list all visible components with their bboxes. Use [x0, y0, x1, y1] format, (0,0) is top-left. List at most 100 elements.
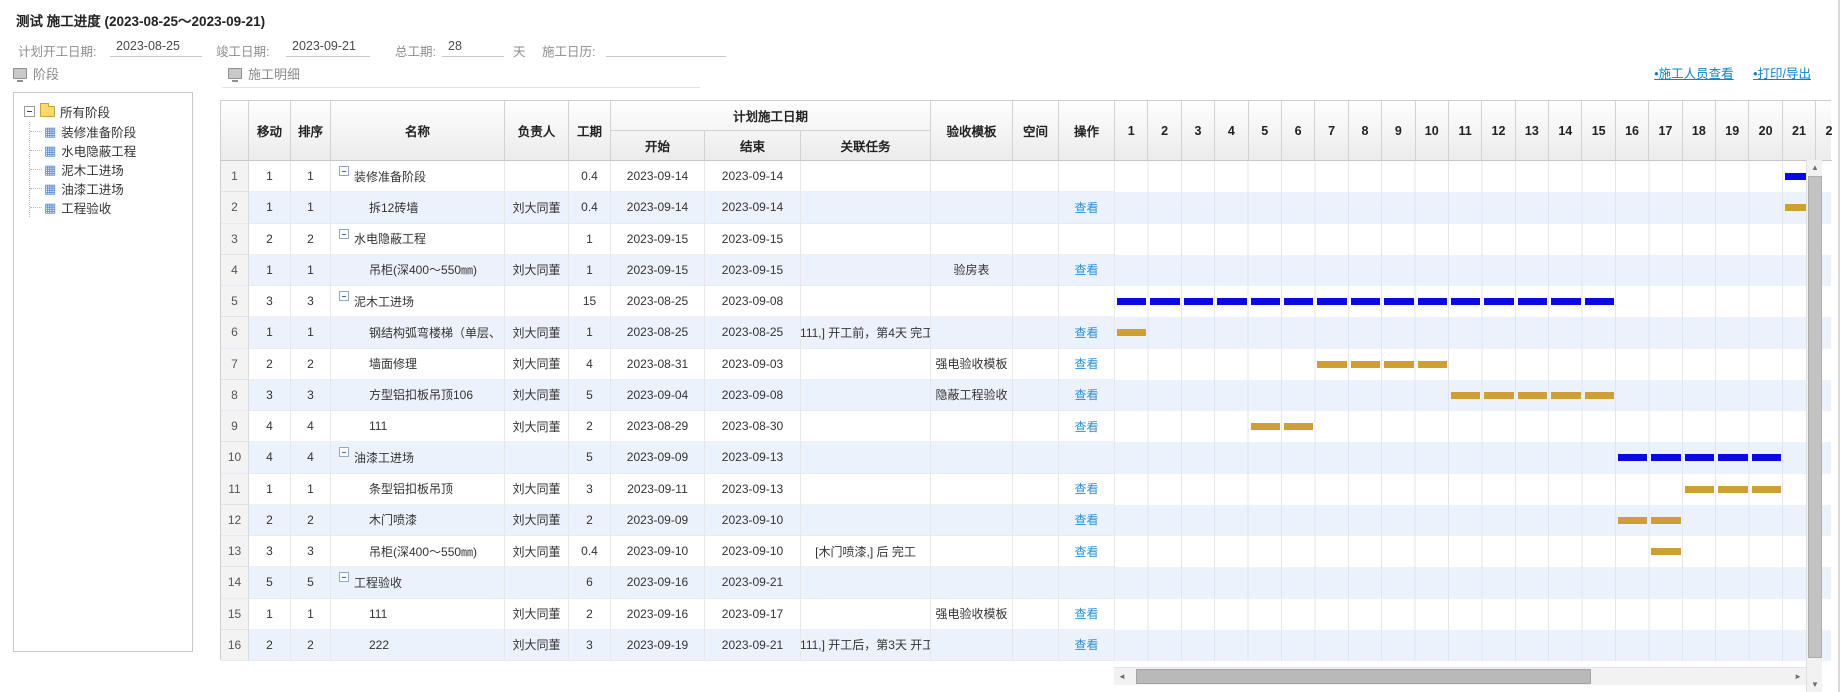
scroll-left-arrow-icon[interactable]: ◄ [1118, 672, 1126, 681]
gantt-bar-segment[interactable] [1518, 392, 1547, 399]
gantt-bar-segment[interactable] [1685, 454, 1714, 461]
scroll-up-arrow-icon[interactable]: ▲ [1807, 163, 1823, 172]
gantt-bar-segment[interactable] [1651, 548, 1680, 555]
day-column-header: 15 [1582, 101, 1615, 161]
gantt-row [1115, 442, 1807, 473]
gantt-bar-segment[interactable] [1117, 329, 1146, 336]
gantt-bar-segment[interactable] [1551, 392, 1580, 399]
gantt-bar-segment[interactable] [1718, 486, 1747, 493]
gantt-bar-segment[interactable] [1284, 423, 1313, 430]
vertical-scroll-thumb[interactable] [1808, 176, 1822, 658]
collapse-minus-icon[interactable] [339, 291, 349, 301]
gantt-bar-segment[interactable] [1317, 298, 1346, 305]
total-duration-input[interactable]: 28 [442, 38, 504, 57]
tree-item-stage[interactable]: ▦水电隐蔽工程 [30, 141, 188, 160]
gantt-bar-segment[interactable] [1484, 298, 1513, 305]
gantt-bar-segment[interactable] [1585, 298, 1614, 305]
collapse-icon[interactable] [24, 106, 35, 117]
table-row: 1622222刘大同董32023-09-192023-09-21[111,] 开… [221, 630, 1831, 661]
tree-item-stage[interactable]: ▦泥木工进场 [30, 160, 188, 179]
task-name-label: 方型铝扣板吊顶106 [369, 386, 473, 403]
cell-move: 2 [249, 349, 291, 380]
gantt-bar-segment[interactable] [1651, 517, 1680, 524]
day-column-header: 12 [1482, 101, 1515, 161]
gantt-bar-segment[interactable] [1551, 298, 1580, 305]
cell-move: 1 [249, 474, 291, 505]
collapse-minus-icon[interactable] [339, 229, 349, 239]
gantt-bar-segment[interactable] [1217, 298, 1246, 305]
table-row: 322水电隐蔽工程12023-09-152023-09-15 [221, 224, 1831, 255]
gantt-bar-segment[interactable] [1317, 361, 1346, 368]
cell-action [1059, 161, 1115, 192]
gantt-bar-segment[interactable] [1618, 517, 1647, 524]
view-action-link[interactable]: 查看 [1074, 199, 1098, 216]
cell-related-task [801, 286, 931, 317]
cell-related-task [801, 505, 931, 536]
gantt-bar-segment[interactable] [1384, 298, 1413, 305]
gantt-bar-segment[interactable] [1284, 298, 1313, 305]
cell-row-number: 13 [221, 536, 249, 567]
gantt-bar-segment[interactable] [1685, 486, 1714, 493]
collapse-minus-icon[interactable] [339, 447, 349, 457]
gantt-bar-segment[interactable] [1251, 298, 1280, 305]
cell-order: 1 [291, 255, 331, 286]
gantt-bar-segment[interactable] [1518, 298, 1547, 305]
gantt-bar-segment[interactable] [1150, 298, 1179, 305]
gantt-bar-segment[interactable] [1785, 173, 1807, 180]
cell-owner [505, 161, 569, 192]
view-action-link[interactable]: 查看 [1074, 605, 1098, 622]
view-action-link[interactable]: 查看 [1074, 636, 1098, 653]
view-action-link[interactable]: 查看 [1074, 355, 1098, 372]
cell-related-task [801, 161, 931, 192]
gantt-bar-segment[interactable] [1618, 454, 1647, 461]
gantt-bar-segment[interactable] [1418, 298, 1447, 305]
gantt-bar-segment[interactable] [1718, 454, 1747, 461]
scroll-down-arrow-icon[interactable]: ▼ [1807, 680, 1823, 689]
gantt-bar-segment[interactable] [1651, 454, 1680, 461]
gantt-bar-segment[interactable] [1184, 298, 1213, 305]
print-export-link[interactable]: •打印/导出 [1753, 67, 1811, 81]
horizontal-scrollbar[interactable]: ◄ ► [1114, 667, 1806, 685]
horizontal-scroll-thumb[interactable] [1136, 669, 1591, 684]
gantt-bar-segment[interactable] [1117, 298, 1146, 305]
vertical-scrollbar[interactable]: ▲ ▼ [1806, 160, 1822, 692]
view-action-link[interactable]: 查看 [1074, 480, 1098, 497]
gantt-bar-segment[interactable] [1785, 204, 1807, 211]
gantt-bar-segment[interactable] [1484, 392, 1513, 399]
gantt-bar-segment[interactable] [1752, 454, 1781, 461]
gantt-bar-segment[interactable] [1351, 298, 1380, 305]
cell-related-task: [111,] 开工后，第3天 开工 [801, 630, 931, 661]
tree-root-all-stages[interactable]: 所有阶段 [24, 101, 188, 122]
gantt-bar-segment[interactable] [1351, 361, 1380, 368]
finish-date-input[interactable]: 2023-09-21 [286, 38, 370, 57]
collapse-minus-icon[interactable] [339, 166, 349, 176]
view-action-link[interactable]: 查看 [1074, 543, 1098, 560]
cell-start-date: 2023-09-10 [611, 536, 705, 567]
cell-row-number: 1 [221, 161, 249, 192]
view-action-link[interactable]: 查看 [1074, 386, 1098, 403]
tree-item-stage[interactable]: ▦油漆工进场 [30, 179, 188, 198]
view-action-link[interactable]: 查看 [1074, 418, 1098, 435]
view-action-link[interactable]: 查看 [1074, 324, 1098, 341]
gantt-bar-segment[interactable] [1585, 392, 1614, 399]
tree-item-stage[interactable]: ▦装修准备阶段 [30, 122, 188, 141]
task-name-label: 钢结构弧弯楼梯（单层、 [369, 324, 501, 341]
workers-view-link[interactable]: •施工人员查看 [1654, 67, 1733, 81]
plan-start-input[interactable]: 2023-08-25 [110, 38, 202, 57]
cell-space [1013, 411, 1059, 442]
gantt-bar-segment[interactable] [1752, 486, 1781, 493]
gantt-bar-segment[interactable] [1418, 361, 1447, 368]
collapse-minus-icon[interactable] [339, 572, 349, 582]
calendar-input[interactable] [606, 38, 726, 57]
plan-dates-subheaders: 开始结束关联任务 [611, 131, 931, 161]
scroll-right-arrow-icon[interactable]: ► [1794, 672, 1802, 681]
day-column-header: 1 [1115, 101, 1148, 161]
view-action-link[interactable]: 查看 [1074, 511, 1098, 528]
gantt-bar-segment[interactable] [1451, 392, 1480, 399]
cell-start-date: 2023-09-16 [611, 599, 705, 630]
gantt-bar-segment[interactable] [1451, 298, 1480, 305]
tree-item-stage[interactable]: ▦工程验收 [30, 198, 188, 217]
gantt-bar-segment[interactable] [1384, 361, 1413, 368]
view-action-link[interactable]: 查看 [1074, 261, 1098, 278]
gantt-bar-segment[interactable] [1251, 423, 1280, 430]
